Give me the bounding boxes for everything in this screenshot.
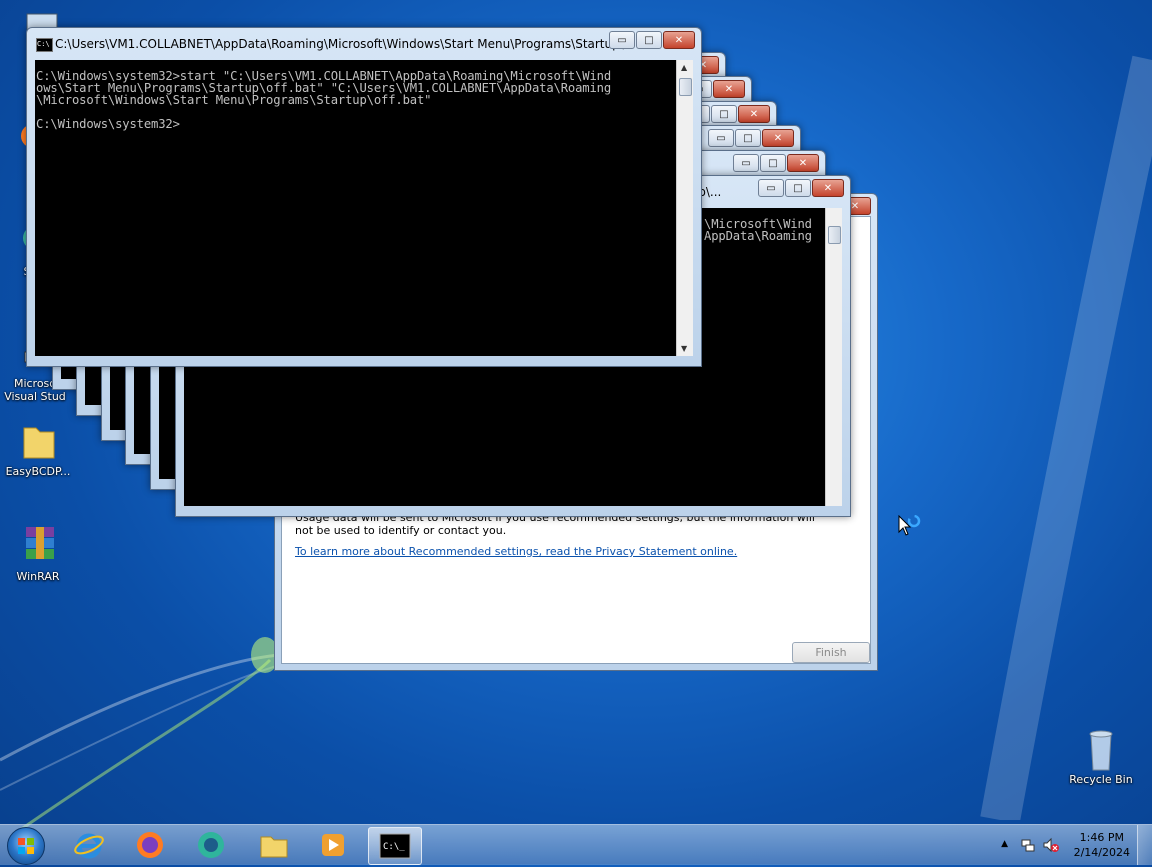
taskbar-firefox[interactable] <box>124 827 176 863</box>
busy-cursor-icon <box>898 515 921 536</box>
desktop-icon-label: Recycle Bin <box>1069 773 1133 786</box>
maximize-icon[interactable]: □ <box>735 129 761 147</box>
taskbar: C:\_ ▲ 1:46 PM 2/14/2024 <box>0 824 1152 865</box>
desktop-icon-winrar[interactable]: WinRAR <box>3 523 73 583</box>
winrar-icon <box>16 523 60 567</box>
svg-text:C:\_: C:\_ <box>383 842 405 852</box>
close-icon[interactable]: ✕ <box>713 80 745 98</box>
scroll-thumb[interactable] <box>679 78 692 96</box>
maximize-icon[interactable]: □ <box>785 179 811 197</box>
close-icon[interactable]: ✕ <box>762 129 794 147</box>
minimize-icon[interactable]: ▭ <box>708 129 734 147</box>
taskbar-explorer[interactable] <box>248 827 300 863</box>
volume-muted-icon[interactable] <box>1042 837 1060 856</box>
window-buttons: ▭□✕ <box>708 129 794 147</box>
recycle-bin-icon <box>1079 726 1123 771</box>
desktop-icon-recycle-bin[interactable]: Recycle Bin <box>1066 726 1136 786</box>
close-icon[interactable]: ✕ <box>787 154 819 172</box>
scroll-thumb[interactable] <box>828 226 841 244</box>
maximize-icon[interactable]: □ <box>636 31 662 49</box>
window-buttons: ▭□✕ <box>758 179 844 197</box>
media-player-icon <box>322 834 344 856</box>
clock-time: 1:46 PM <box>1079 831 1124 844</box>
window-buttons: ▭□✕ <box>733 154 819 172</box>
desktop-icon-label: WinRAR <box>16 570 60 583</box>
vertical-scrollbar[interactable]: ▲ ▼ <box>676 60 693 356</box>
cmd-icon: C:\_ <box>379 833 411 859</box>
scroll-up-icon[interactable]: ▲ <box>681 63 687 72</box>
taskbar-ie[interactable] <box>63 827 115 863</box>
taskbar-app[interactable] <box>185 827 237 863</box>
scroll-down-icon[interactable]: ▼ <box>681 344 687 353</box>
minimize-icon[interactable]: ▭ <box>609 31 635 49</box>
console-text-fragment: \Microsoft\Wind AppData\Roaming <box>704 217 812 243</box>
cmd-icon: C:\ <box>36 38 53 52</box>
window-title: C:\Users\VM1.COLLABNET\AppData\Roaming\M… <box>55 37 636 51</box>
maximize-icon[interactable]: □ <box>760 154 786 172</box>
close-icon[interactable]: ✕ <box>812 179 844 197</box>
folder-icon <box>16 418 60 462</box>
clock-date: 2/14/2024 <box>1073 846 1130 859</box>
desktop-icon-easybcd[interactable]: EasyBCDP... <box>3 418 73 478</box>
minimize-icon[interactable]: ▭ <box>733 154 759 172</box>
finish-button[interactable]: Finish <box>792 642 870 663</box>
wallpaper-swoosh-right <box>980 55 1152 820</box>
network-icon[interactable] <box>1020 837 1036 856</box>
vertical-scrollbar[interactable] <box>825 208 842 506</box>
internet-explorer-icon <box>74 833 104 859</box>
minimize-icon[interactable]: ▭ <box>758 179 784 197</box>
show-hidden-icons-button[interactable]: ▲ <box>1001 839 1008 849</box>
window-buttons: ▭ □ ✕ <box>609 31 695 49</box>
windows-logo-icon <box>18 838 34 854</box>
show-desktop-button[interactable] <box>1137 825 1152 865</box>
close-icon[interactable]: ✕ <box>738 105 770 123</box>
close-icon[interactable]: ✕ <box>663 31 695 49</box>
start-button[interactable] <box>7 827 45 865</box>
console-area[interactable]: C:\Windows\system32>start "C:\Users\VM1.… <box>35 60 677 356</box>
firefox-icon <box>137 832 163 858</box>
privacy-statement-link[interactable]: To learn more about Recommended settings… <box>295 545 737 558</box>
cmd-window-main[interactable]: C:\ C:\Users\VM1.COLLABNET\AppData\Roami… <box>26 27 702 367</box>
taskbar-cmd[interactable]: C:\_ <box>368 827 422 865</box>
maximize-icon[interactable]: □ <box>711 105 737 123</box>
folder-icon <box>260 836 288 858</box>
desktop-icon-label: EasyBCDP... <box>5 465 71 478</box>
taskbar-media-player[interactable] <box>307 827 359 863</box>
console-text: C:\Windows\system32>start "C:\Users\VM1.… <box>36 69 611 131</box>
clock[interactable]: 1:46 PM 2/14/2024 <box>1074 830 1130 860</box>
support-app-icon <box>198 832 224 858</box>
